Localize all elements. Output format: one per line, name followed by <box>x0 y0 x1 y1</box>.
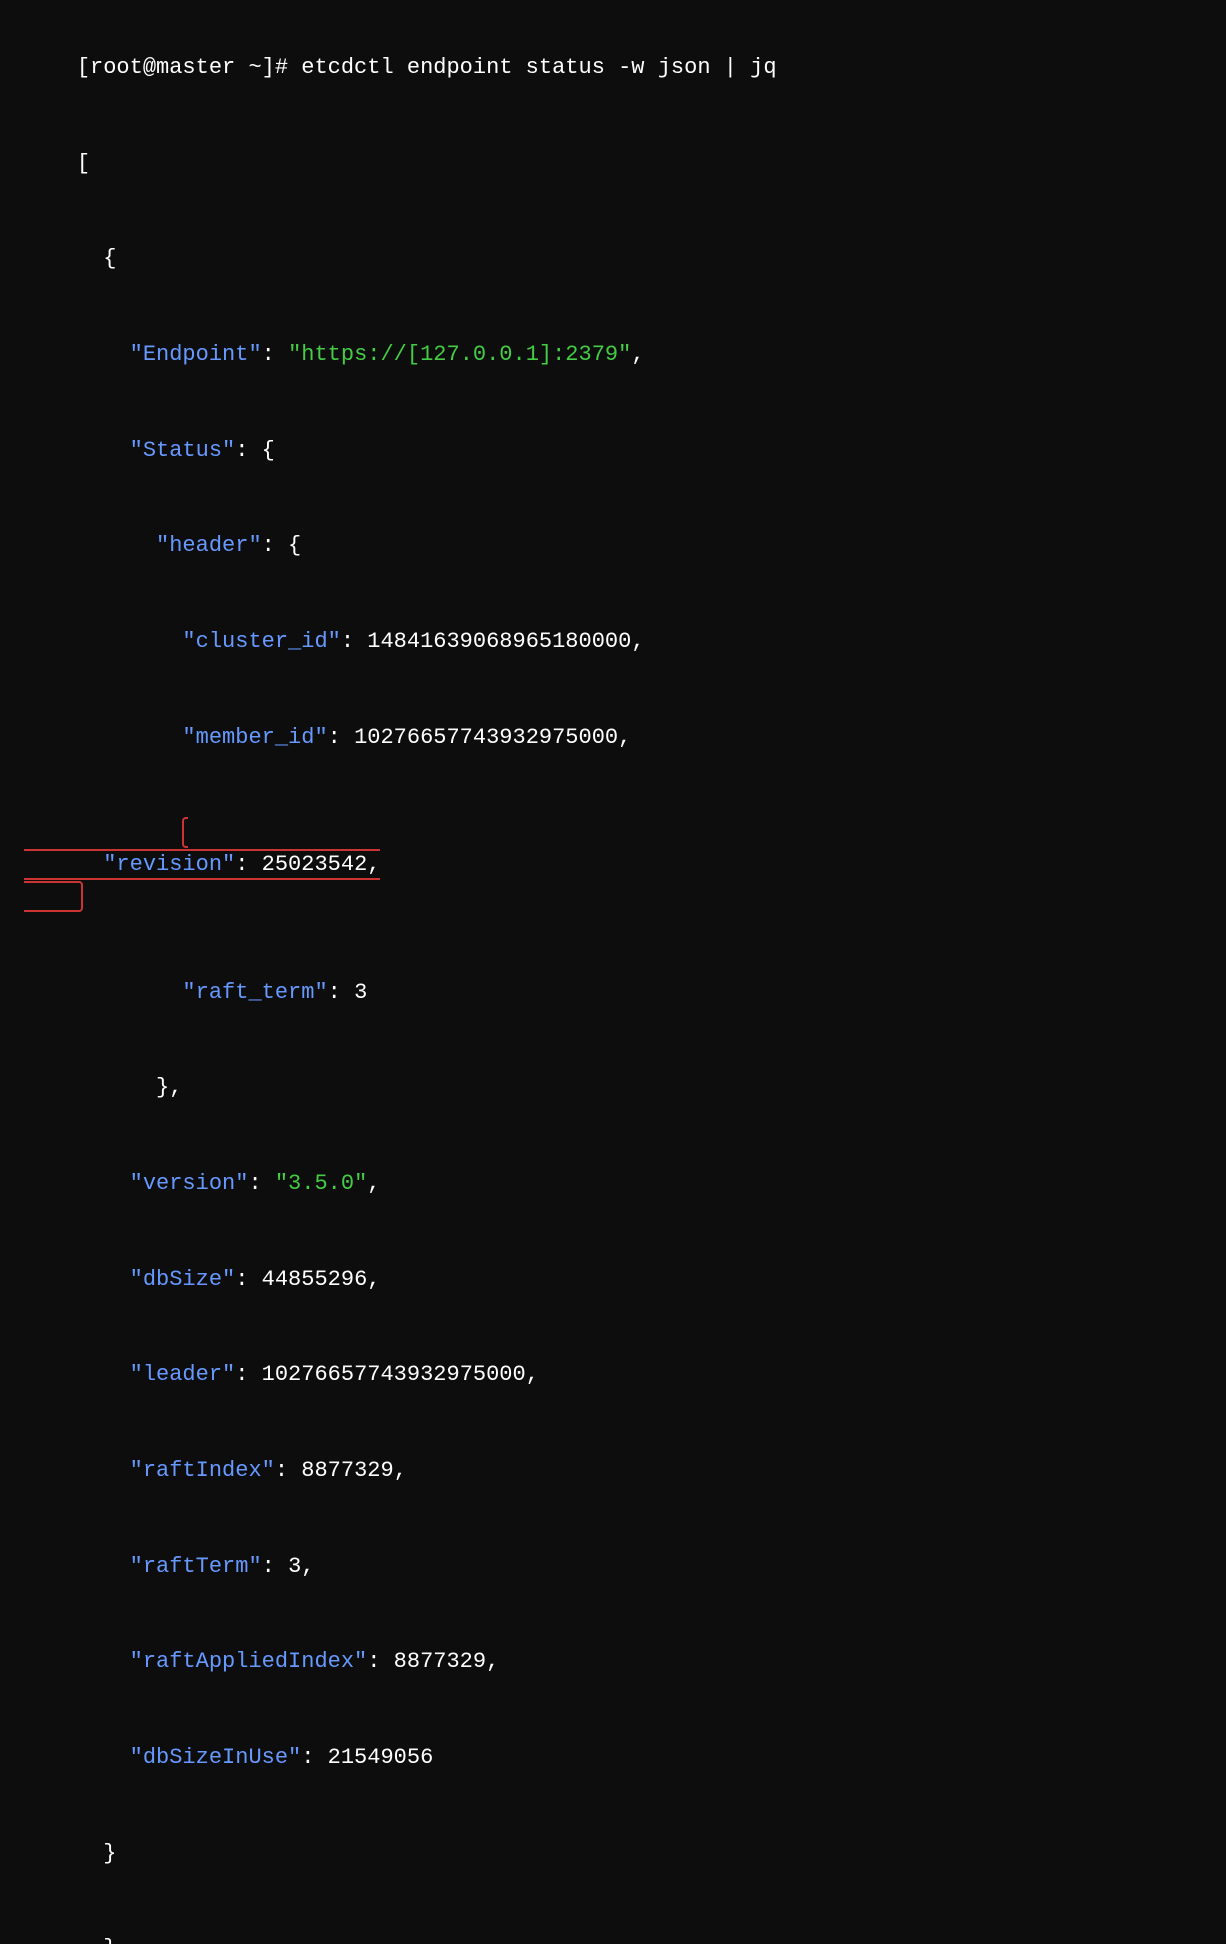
revision-line: "revision": 25023542, <box>24 785 1202 944</box>
member-id-line: "member_id": 10276657743932975000, <box>24 690 1202 786</box>
cluster-id-line: "cluster_id": 14841639068965180000, <box>24 594 1202 690</box>
prompt-text: [root@master ~]# etcdctl endpoint status… <box>77 55 777 80</box>
status-close-line: } <box>24 1806 1202 1902</box>
header-line: "header": { <box>24 498 1202 594</box>
outer-brace-close-line: } <box>24 1902 1202 1944</box>
outer-bracket-open: [ <box>24 116 1202 212</box>
status-line: "Status": { <box>24 403 1202 499</box>
command-line: [root@master ~]# etcdctl endpoint status… <box>24 20 1202 116</box>
dbsize-line: "dbSize": 44855296, <box>24 1232 1202 1328</box>
endpoint-line: "Endpoint": "https://[127.0.0.1]:2379", <box>24 307 1202 403</box>
leader-line: "leader": 10276657743932975000, <box>24 1328 1202 1424</box>
header-close-line: }, <box>24 1041 1202 1137</box>
raftappliedindex-line: "raftAppliedIndex": 8877329, <box>24 1615 1202 1711</box>
outer-brace-open: { <box>24 211 1202 307</box>
version-line: "version": "3.5.0", <box>24 1136 1202 1232</box>
raftindex-line: "raftIndex": 8877329, <box>24 1423 1202 1519</box>
terminal-window: [root@master ~]# etcdctl endpoint status… <box>24 20 1202 1944</box>
raft-term-line: "raft_term": 3 <box>24 945 1202 1041</box>
raftterm-line: "raftTerm": 3, <box>24 1519 1202 1615</box>
dbsizeinuse-line: "dbSizeInUse": 21549056 <box>24 1710 1202 1806</box>
